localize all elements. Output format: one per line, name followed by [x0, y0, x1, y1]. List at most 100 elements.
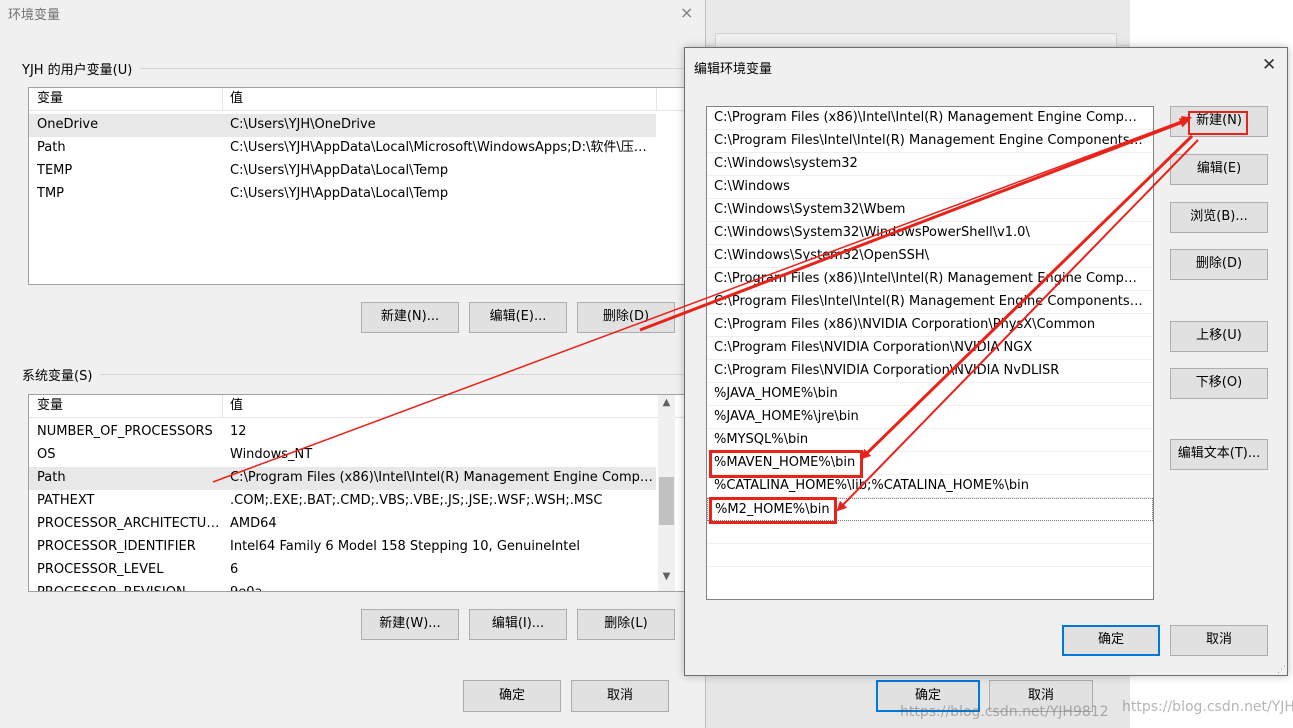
var-name: TMP — [37, 186, 64, 201]
col-value-header[interactable]: 值 — [230, 395, 430, 417]
var-value: 6 — [230, 562, 239, 577]
scroll-up-icon[interactable]: ▲ — [658, 397, 675, 408]
edit-text-button[interactable]: 编辑文本(T)... — [1170, 439, 1268, 470]
var-value: C:\Users\YJH\AppData\Local\Temp — [230, 163, 449, 178]
list-item[interactable]: C:\Windows\System32\Wbem — [707, 199, 1153, 222]
list-item[interactable]: C:\Program Files (x86)\Intel\Intel(R) Ma… — [707, 107, 1153, 130]
table-row[interactable]: PATHEXT .COM;.EXE;.BAT;.CMD;.VBS;.VBE;.J… — [29, 490, 685, 513]
path-entry: %JAVA_HOME%\bin — [714, 386, 838, 401]
var-name: TEMP — [37, 163, 73, 178]
resize-grip-icon[interactable]: ⋰ — [1277, 666, 1286, 675]
var-value: Windows_NT — [230, 447, 313, 462]
table-row[interactable]: PROCESSOR_IDENTIFIER Intel64 Family 6 Mo… — [29, 536, 685, 559]
var-name: Path — [37, 470, 66, 485]
path-entry: C:\Program Files\Intel\Intel(R) Manageme… — [714, 294, 1144, 309]
list-item[interactable]: %JAVA_HOME%\bin — [707, 383, 1153, 406]
dialog-title: 环境变量 — [8, 8, 61, 23]
close-icon[interactable]: × — [680, 3, 693, 22]
table-row[interactable]: PROCESSOR_ARCHITECTURE AMD64 — [29, 513, 685, 536]
system-delete-button[interactable]: 删除(L) — [577, 609, 675, 640]
path-entry: C:\Program Files (x86)\Intel\Intel(R) Ma… — [714, 271, 1144, 286]
path-entry: C:\Program Files\NVIDIA Corporation\NVID… — [714, 363, 1060, 378]
system-new-button[interactable]: 新建(W)... — [361, 609, 459, 640]
user-edit-button[interactable]: 编辑(E)... — [469, 302, 567, 333]
table-row[interactable]: OS Windows_NT — [29, 444, 685, 467]
list-item-empty[interactable] — [707, 544, 1153, 567]
path-entry: C:\Windows\System32\WindowsPowerShell\v1… — [714, 225, 1030, 240]
scroll-thumb[interactable] — [659, 477, 674, 525]
user-vars-list[interactable]: 变量 值 OneDrive C:\Users\YJH\OneDrive Path… — [28, 87, 686, 285]
list-item[interactable]: %JAVA_HOME%\jre\bin — [707, 406, 1153, 429]
var-value: Intel64 Family 6 Model 158 Stepping 10, … — [230, 539, 581, 554]
column-separator[interactable] — [222, 88, 223, 110]
group-divider — [100, 374, 685, 375]
col-value-header[interactable]: 值 — [230, 88, 430, 110]
list-item[interactable]: C:\Windows\system32 — [707, 153, 1153, 176]
table-row[interactable]: PROCESSOR_LEVEL 6 — [29, 559, 685, 582]
path-list[interactable]: C:\Program Files (x86)\Intel\Intel(R) Ma… — [706, 106, 1154, 600]
path-entry: C:\Windows\System32\OpenSSH\ — [714, 248, 930, 263]
edit-path-button[interactable]: 编辑(E) — [1170, 154, 1268, 185]
edit-cancel-button[interactable]: 取消 — [1170, 625, 1268, 656]
list-item[interactable]: %CATALINA_HOME%\lib;%CATALINA_HOME%\bin — [707, 475, 1153, 498]
col-variable-header[interactable]: 变量 — [37, 395, 217, 417]
group-divider — [140, 68, 685, 69]
vertical-scrollbar[interactable]: ▲ ▼ — [658, 395, 675, 591]
user-new-button[interactable]: 新建(N)... — [361, 302, 459, 333]
list-item[interactable]: C:\Program Files (x86)\Intel\Intel(R) Ma… — [707, 268, 1153, 291]
table-row[interactable]: TMP C:\Users\YJH\AppData\Local\Temp — [29, 183, 685, 206]
list-item[interactable]: C:\Program Files\Intel\Intel(R) Manageme… — [707, 130, 1153, 153]
var-name: PROCESSOR_IDENTIFIER — [37, 539, 196, 554]
table-row[interactable]: PROCESSOR_REVISION 9e0a — [29, 582, 685, 591]
table-row[interactable]: NUMBER_OF_PROCESSORS 12 — [29, 421, 685, 444]
cancel-button[interactable]: 取消 — [571, 680, 669, 712]
list-item[interactable]: C:\Windows — [707, 176, 1153, 199]
path-entry: %CATALINA_HOME%\lib;%CATALINA_HOME%\bin — [714, 478, 1029, 493]
watermark: https://blog.csdn.net/YJH9812 — [1122, 699, 1293, 715]
ok-button[interactable]: 确定 — [463, 680, 561, 712]
list-item[interactable]: C:\Program Files\NVIDIA Corporation\NVID… — [707, 360, 1153, 383]
table-row[interactable]: OneDrive C:\Users\YJH\OneDrive — [29, 114, 656, 137]
path-entry: C:\Windows\System32\Wbem — [714, 202, 906, 217]
browse-button[interactable]: 浏览(B)... — [1170, 202, 1268, 233]
var-name: Path — [37, 140, 66, 155]
scroll-down-icon[interactable]: ▼ — [658, 571, 675, 582]
user-delete-button[interactable]: 删除(D) — [577, 302, 675, 333]
list-item[interactable]: C:\Windows\System32\WindowsPowerShell\v1… — [707, 222, 1153, 245]
var-value: 9e0a — [230, 582, 654, 591]
table-row[interactable]: TEMP C:\Users\YJH\AppData\Local\Temp — [29, 160, 685, 183]
list-item[interactable]: C:\Program Files\NVIDIA Corporation\NVID… — [707, 337, 1153, 360]
move-down-button[interactable]: 下移(O) — [1170, 368, 1268, 399]
background-panel — [715, 33, 1117, 46]
list-item[interactable]: %MYSQL%\bin — [707, 429, 1153, 452]
var-name: OS — [37, 447, 56, 462]
system-vars-list[interactable]: 变量 值 NUMBER_OF_PROCESSORS 12 OS Windows_… — [28, 394, 686, 592]
system-edit-button[interactable]: 编辑(I)... — [469, 609, 567, 640]
dialog-title: 编辑环境变量 — [694, 62, 773, 77]
column-separator[interactable] — [656, 88, 657, 110]
system-vars-group-label: 系统变量(S) — [22, 369, 93, 384]
list-item[interactable]: C:\Windows\System32\OpenSSH\ — [707, 245, 1153, 268]
system-vars-header: 变量 值 — [29, 395, 685, 418]
var-value: C:\Program Files (x86)\Intel\Intel(R) Ma… — [230, 470, 654, 485]
list-item[interactable]: C:\Program Files\Intel\Intel(R) Manageme… — [707, 291, 1153, 314]
var-name: PROCESSOR_LEVEL — [37, 562, 164, 577]
path-entry: C:\Windows — [714, 179, 790, 194]
column-separator[interactable] — [222, 395, 223, 417]
path-entry: %JAVA_HOME%\jre\bin — [714, 409, 859, 424]
var-value: AMD64 — [230, 516, 277, 531]
path-entry: C:\Program Files (x86)\Intel\Intel(R) Ma… — [714, 110, 1144, 125]
list-item-empty[interactable] — [707, 521, 1153, 544]
edit-ok-button[interactable]: 确定 — [1062, 625, 1160, 656]
close-icon[interactable]: ✕ — [1262, 55, 1276, 75]
col-variable-header[interactable]: 变量 — [37, 88, 217, 110]
var-value: 12 — [230, 424, 247, 439]
list-item[interactable]: C:\Program Files (x86)\NVIDIA Corporatio… — [707, 314, 1153, 337]
table-row[interactable]: Path C:\Program Files (x86)\Intel\Intel(… — [29, 467, 656, 490]
move-up-button[interactable]: 上移(U) — [1170, 321, 1268, 352]
delete-path-button[interactable]: 删除(D) — [1170, 249, 1268, 280]
table-row[interactable]: Path C:\Users\YJH\AppData\Local\Microsof… — [29, 137, 685, 160]
watermark: https://blog.csdn.net/YJH9812 — [900, 704, 1109, 720]
var-name: NUMBER_OF_PROCESSORS — [37, 424, 213, 439]
var-value: .COM;.EXE;.BAT;.CMD;.VBS;.VBE;.JS;.JSE;.… — [230, 493, 603, 508]
